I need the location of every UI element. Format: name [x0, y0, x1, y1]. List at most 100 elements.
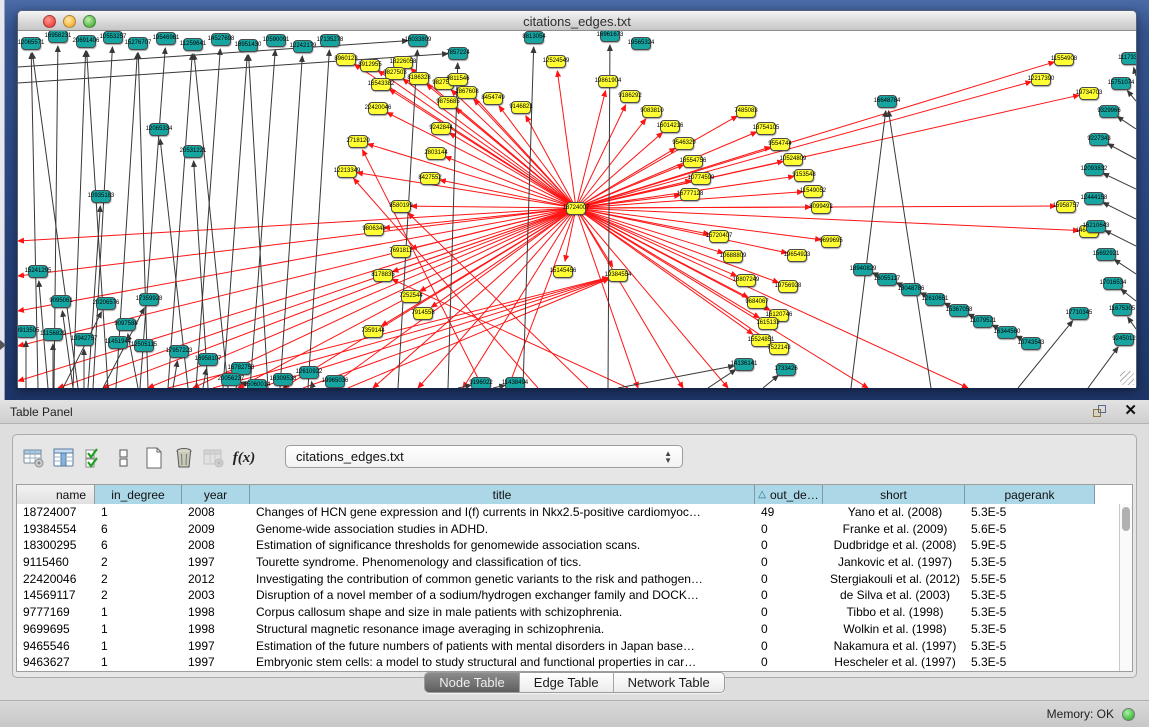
table-row[interactable]: 1456911722003Disruption of a novel membe… — [17, 587, 1132, 604]
graph-node[interactable]: 17710345 — [1069, 307, 1089, 320]
window-resize-grip[interactable] — [1120, 371, 1134, 385]
graph-node[interactable]: 9242844 — [431, 122, 451, 135]
collapse-arrow-icon[interactable] — [0, 340, 6, 350]
graph-node[interactable]: 17957223 — [169, 345, 189, 358]
graph-node[interactable]: 9554744 — [770, 138, 790, 151]
table-row[interactable]: 1830029562008Estimation of significance … — [17, 537, 1132, 554]
close-panel-icon[interactable]: ✕ — [1124, 403, 1137, 419]
graph-node[interactable]: 20206576 — [96, 297, 116, 310]
graph-node[interactable]: 10590091 — [266, 34, 286, 47]
tab-node-table[interactable]: Node Table — [425, 673, 520, 692]
graph-node[interactable]: 8580199 — [391, 200, 411, 213]
graph-node[interactable]: 2867608 — [457, 86, 477, 99]
table-row[interactable]: 977716911998Corpus callosum shape and si… — [17, 604, 1132, 621]
graph-node[interactable]: 9097588 — [116, 318, 136, 331]
graph-node[interactable]: 7485083 — [736, 105, 756, 118]
graph-node[interactable]: 19565324 — [631, 37, 651, 50]
graph-node[interactable]: 18754105 — [756, 122, 776, 135]
graph-node[interactable]: 9684067 — [747, 296, 767, 309]
graph-node[interactable]: 15958757 — [1056, 200, 1076, 213]
graph-node[interactable]: 20691406 — [76, 35, 96, 48]
graph-node[interactable]: 12610651 — [925, 293, 945, 306]
graph-node[interactable]: 8427552 — [420, 172, 440, 185]
graph-node[interactable]: 12242179 — [293, 40, 313, 53]
graph-node[interactable]: 1615132 — [758, 317, 778, 330]
graph-node[interactable]: 11438494 — [505, 377, 525, 389]
graph-node[interactable]: 9095061 — [51, 295, 71, 308]
graph-node[interactable]: 7522143 — [769, 342, 789, 355]
graph-node[interactable]: 16014216 — [660, 120, 680, 133]
graph-node[interactable]: 12217390 — [1031, 73, 1051, 86]
graph-node[interactable]: 19965036 — [325, 375, 345, 388]
graph-node[interactable]: 9699695 — [821, 235, 841, 248]
graph-node[interactable]: 9196022 — [471, 377, 491, 389]
table-settings-icon[interactable] — [19, 445, 49, 471]
graph-node[interactable]: 17359928 — [139, 293, 159, 306]
table-row[interactable]: 1872400712008Changes of HCN gene express… — [17, 504, 1132, 521]
graph-node[interactable]: 15060014 — [247, 379, 267, 389]
graph-node[interactable]: 19546961 — [156, 32, 176, 45]
table-vertical-scrollbar[interactable] — [1119, 504, 1132, 671]
graph-node[interactable]: 18951430 — [238, 39, 258, 52]
graph-node[interactable]: 11549052 — [803, 185, 823, 198]
graph-node[interactable]: 12444158 — [1084, 192, 1104, 205]
graph-node[interactable]: 11451944 — [108, 336, 128, 349]
graph-node[interactable]: 20531221 — [183, 145, 203, 158]
graph-node[interactable]: 18724007 — [566, 202, 586, 215]
graph-node[interactable]: 15145456 — [553, 265, 573, 278]
graph-node[interactable]: 16958107 — [198, 353, 218, 366]
graph-node[interactable]: 7252544 — [401, 290, 421, 303]
graph-node[interactable]: 9227343 — [1089, 133, 1109, 146]
tab-network-table[interactable]: Network Table — [614, 673, 724, 692]
column-header-title[interactable]: title — [250, 485, 755, 504]
graph-node[interactable]: 18309538 — [273, 373, 293, 386]
graph-node[interactable]: 11675305 — [1112, 303, 1132, 316]
graph-node[interactable]: 9811546 — [448, 73, 468, 86]
graph-node[interactable]: 17016534 — [1103, 277, 1123, 290]
graph-node[interactable]: 12524549 — [546, 55, 566, 68]
graph-node[interactable]: 9153548 — [794, 169, 814, 182]
graph-node[interactable]: 16958231 — [48, 31, 68, 43]
graph-node[interactable]: 7691812 — [391, 245, 411, 258]
table-selector-dropdown[interactable]: citations_edges.txt ▲▼ — [285, 445, 683, 468]
graph-node[interactable]: 14136141 — [734, 358, 754, 371]
graph-node[interactable]: 13942757 — [74, 333, 94, 346]
table-row[interactable]: 969969511998Structural magnetic resonanc… — [17, 621, 1132, 638]
graph-node[interactable]: 10935183 — [91, 190, 111, 203]
graph-node[interactable]: 18940829 — [853, 263, 873, 276]
graph-node[interactable]: 15241295 — [28, 265, 48, 278]
graph-node[interactable]: 14527698 — [211, 33, 231, 46]
graph-node[interactable]: 18554756 — [683, 155, 703, 168]
graph-node[interactable]: 19861904 — [598, 75, 618, 88]
graph-node[interactable]: 12065334 — [149, 123, 169, 136]
graph-node[interactable]: 8912955 — [360, 59, 380, 72]
graph-node[interactable]: 16961673 — [600, 31, 620, 42]
graph-node[interactable]: 10524809 — [783, 153, 803, 166]
graph-node[interactable]: 9806348 — [364, 223, 384, 236]
graph-node[interactable]: 10688809 — [723, 250, 743, 263]
graph-node[interactable]: 11554908 — [1054, 53, 1074, 66]
graph-node[interactable]: 16543382 — [371, 78, 391, 91]
graph-node[interactable]: 1733426 — [776, 363, 796, 376]
table-row[interactable]: 911546021997Tourette syndrome. Phenomeno… — [17, 554, 1132, 571]
graph-node[interactable]: 12505115 — [134, 339, 154, 352]
graph-node[interactable]: 11173301 — [1121, 52, 1136, 65]
column-header-in_degree[interactable]: in_degree — [95, 485, 182, 504]
graph-node[interactable]: 11259641 — [183, 38, 203, 51]
row-height-icon[interactable] — [109, 445, 139, 471]
column-header-short[interactable]: short — [823, 485, 965, 504]
graph-node[interactable]: 22420046 — [368, 102, 388, 115]
table-row[interactable]: 2242004622012Investigating the contribut… — [17, 571, 1132, 588]
graph-node[interactable]: 8960123 — [336, 53, 356, 66]
graph-node[interactable]: 16344560 — [997, 326, 1017, 339]
graph-node[interactable]: 7857224 — [448, 47, 468, 60]
column-header-year[interactable]: year — [182, 485, 250, 504]
delete-rows-icon[interactable] — [169, 445, 199, 471]
graph-node[interactable]: 15692921 — [1096, 248, 1116, 261]
table-row[interactable]: 1938455462009Genome-wide association stu… — [17, 521, 1132, 538]
graph-node[interactable]: 16648784 — [877, 95, 897, 108]
graph-node[interactable]: 8186328 — [409, 72, 429, 85]
graph-node[interactable]: 15751074 — [1111, 77, 1131, 90]
graph-node[interactable]: 19734703 — [1079, 87, 1099, 100]
graph-node[interactable]: 8099492 — [811, 201, 831, 214]
